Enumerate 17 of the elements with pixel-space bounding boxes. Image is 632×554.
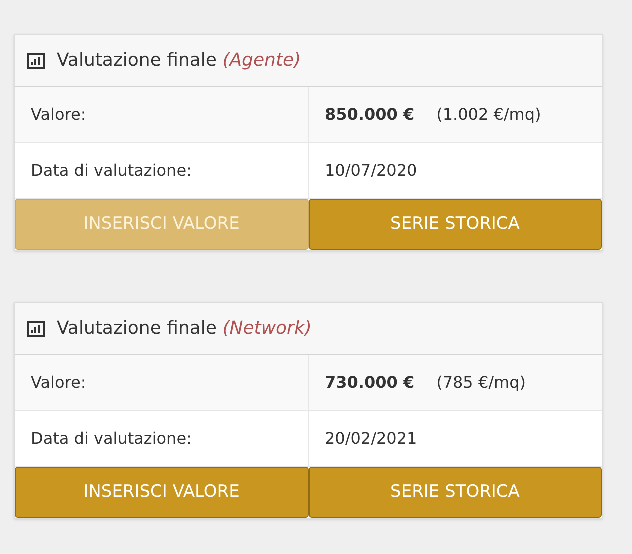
card-title: Valutazione finale (Agente) (57, 49, 302, 73)
field-value: 10/07/2020 (325, 160, 418, 182)
action-button[interactable]: SERIE STORICA (308, 467, 602, 518)
field-label: Data di valutazione: (31, 428, 192, 450)
action-button[interactable]: SERIE STORICA (308, 199, 602, 250)
bar-chart-icon (27, 52, 45, 68)
field-value: 850.000 € (325, 104, 415, 126)
field-label: Data di valutazione: (31, 160, 192, 182)
price-per-sqm: (1.002 €/mq) (436, 104, 542, 126)
field-value: 730.000 € (325, 372, 415, 394)
bar-chart-icon (27, 320, 45, 336)
field-label: Valore: (31, 372, 86, 394)
card-title: Valutazione finale (Network) (57, 317, 312, 341)
price-per-sqm: (785 €/mq) (436, 372, 526, 394)
field-label: Valore: (31, 104, 86, 126)
field-value: 20/02/2021 (325, 428, 418, 450)
action-button[interactable]: INSERISCI VALORE (15, 467, 308, 518)
